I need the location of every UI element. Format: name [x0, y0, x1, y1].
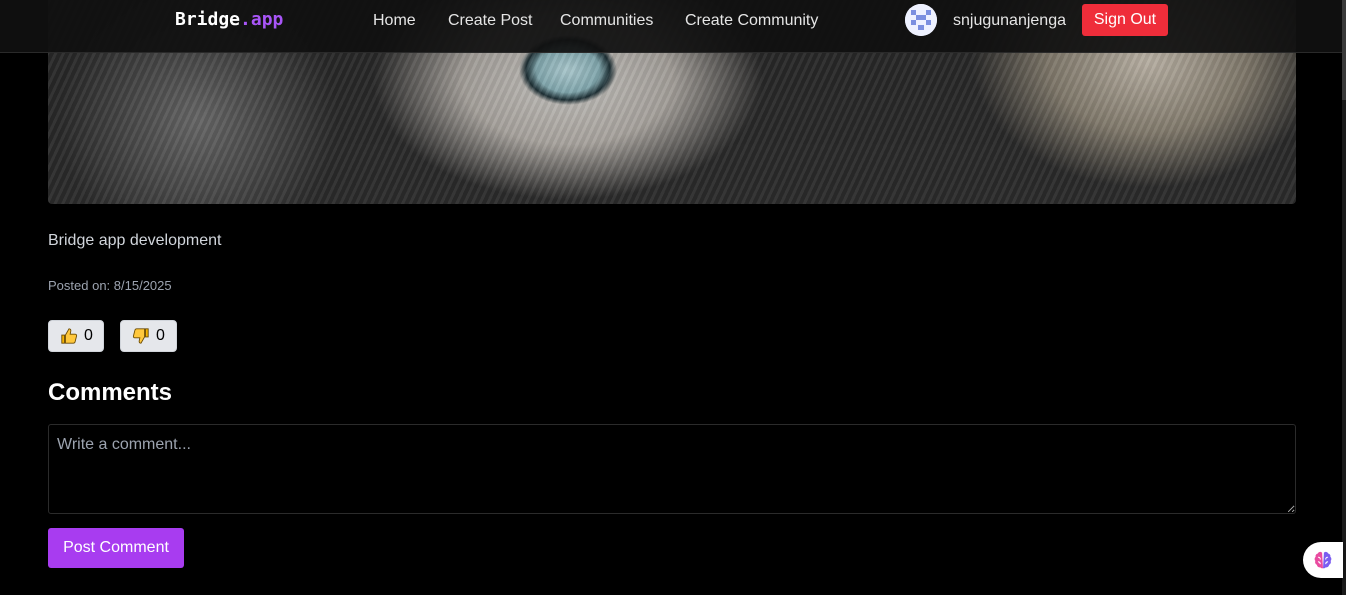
- navbar: Bridge.app Home Create Post Communities …: [0, 0, 1342, 53]
- scrollbar-thumb[interactable]: [1342, 0, 1346, 100]
- username[interactable]: snjugunanjenga: [953, 11, 1066, 31]
- dislike-count: 0: [156, 327, 165, 344]
- brand-name: Bridge: [175, 9, 241, 30]
- posted-label: Posted on:: [48, 278, 111, 293]
- post-comment-button[interactable]: Post Comment: [48, 528, 184, 568]
- post-description: Bridge app development: [48, 232, 222, 249]
- brand-logo[interactable]: Bridge.app: [175, 9, 283, 31]
- dislike-button[interactable]: 0: [120, 320, 177, 352]
- comment-input[interactable]: [48, 424, 1296, 514]
- assistant-button[interactable]: [1303, 542, 1343, 578]
- comments-heading: Comments: [48, 379, 173, 406]
- brand-suffix: .app: [240, 9, 284, 30]
- avatar-identicon: [905, 4, 937, 36]
- scrollbar[interactable]: [1342, 0, 1346, 595]
- sign-out-button[interactable]: Sign Out: [1082, 4, 1168, 36]
- post-date: Posted on: 8/15/2025: [48, 278, 172, 294]
- like-count: 0: [84, 327, 93, 344]
- nav-create-post-link[interactable]: Create Post: [448, 11, 532, 31]
- thumbs-down-icon: [132, 328, 149, 344]
- thumbs-up-icon: [61, 328, 78, 344]
- nav-communities-link[interactable]: Communities: [560, 11, 653, 31]
- avatar[interactable]: [905, 4, 937, 36]
- posted-date-value: 8/15/2025: [113, 278, 172, 293]
- nav-home-link[interactable]: Home: [373, 11, 416, 31]
- brain-icon: [1314, 551, 1332, 569]
- nav-create-community-link[interactable]: Create Community: [685, 11, 818, 31]
- like-button[interactable]: 0: [48, 320, 104, 352]
